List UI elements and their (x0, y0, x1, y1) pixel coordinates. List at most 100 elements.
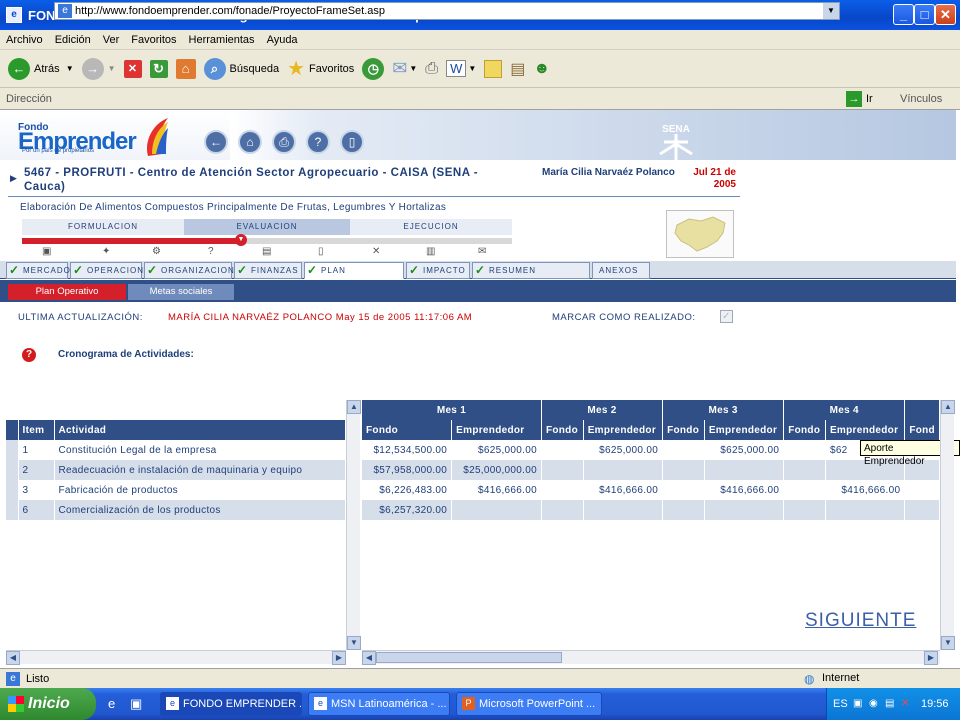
cell-fondo[interactable] (662, 500, 705, 520)
mail-button[interactable]: ✉ ▼ (392, 55, 417, 83)
cell-emprendedor[interactable]: $625,000.00 (583, 440, 664, 460)
cell-fondo[interactable] (541, 480, 584, 500)
table-row[interactable]: $57,958,000.00 $25,000,000.00 (362, 460, 940, 480)
cell-fondo[interactable] (541, 440, 584, 460)
scroll-left-icon[interactable]: ◀ (6, 651, 20, 665)
maximize-button[interactable]: □ (914, 4, 935, 25)
cell-fondo[interactable]: $57,958,000.00 (362, 460, 453, 480)
clock[interactable]: 19:56 (921, 698, 949, 710)
back-nav-button[interactable]: ← (204, 130, 228, 154)
close-button[interactable]: ✕ (935, 4, 956, 25)
phase-formulacion[interactable]: FORMULACION (22, 219, 184, 235)
desktop-icon[interactable]: ▣ (130, 696, 142, 712)
table-row[interactable]: $12,534,500.00 $625,000.00 $625,000.00 $6… (362, 440, 940, 460)
home-button[interactable]: ⌂ (175, 55, 196, 83)
start-button[interactable]: Inicio (0, 688, 96, 720)
cell-emprendedor[interactable] (583, 500, 664, 520)
subtab-metas-sociales[interactable]: Metas sociales (128, 284, 234, 300)
tab-operacion[interactable]: ✓ OPERACION (70, 262, 143, 279)
expand-icon[interactable]: ▶ (10, 173, 17, 184)
cell-emprendedor[interactable] (583, 460, 664, 480)
menu-ayuda[interactable]: Ayuda (267, 34, 298, 46)
subtab-plan-operativo[interactable]: Plan Operativo (8, 284, 126, 300)
print-nav-button[interactable]: ⎙ (272, 130, 296, 154)
minimize-button[interactable]: _ (893, 4, 914, 25)
table-row[interactable]: 3 Fabricación de productos (6, 480, 346, 500)
tab-resumen-ejecutivo[interactable]: ✓RESUMEN EJECUTIVO (472, 262, 590, 290)
menu-ver[interactable]: Ver (103, 34, 120, 46)
left-vertical-scrollbar[interactable]: ▲ ▼ (346, 400, 361, 650)
scroll-up-icon[interactable]: ▲ (347, 400, 361, 414)
cell-fondo[interactable] (662, 460, 705, 480)
forward-button[interactable]: → ▼ (81, 55, 116, 83)
chevron-down-icon[interactable]: ▼ (108, 64, 116, 73)
cell-fondo[interactable] (783, 480, 826, 500)
cell-emprendedor[interactable]: $416,666.00 (583, 480, 664, 500)
scroll-down-icon[interactable]: ▼ (347, 636, 361, 650)
cell-emprendedor[interactable]: $625,000.00 (451, 440, 542, 460)
links-label[interactable]: Vínculos (900, 93, 942, 105)
table-row[interactable]: 2 Readecuación e instalación de maquinari… (6, 460, 346, 480)
address-input[interactable]: e http://www.fondoemprender.com/fonade/P… (54, 2, 840, 20)
left-horizontal-scrollbar[interactable]: ◀ ▶ (6, 650, 346, 665)
help-icon[interactable]: ? (22, 348, 36, 362)
table-row[interactable]: 1 Constitución Legal de la empresa (6, 440, 346, 460)
siguiente-link[interactable]: SIGUIENTE (805, 610, 916, 632)
tab-organizacion[interactable]: ✓ ORGANIZACION (144, 262, 234, 279)
tab-mercado[interactable]: ✓ MERCADO (6, 262, 70, 279)
tab-finanzas[interactable]: ✓ FINANZAS (234, 262, 302, 279)
chevron-down-icon[interactable]: ▼ (66, 64, 74, 73)
cell-emprendedor[interactable]: $625,000.00 (704, 440, 785, 460)
search-button[interactable]: ⌕ Búsqueda (203, 55, 279, 83)
history-button[interactable]: ◷ (362, 55, 385, 83)
home-nav-button[interactable]: ⌂ (238, 130, 262, 154)
scroll-thumb[interactable] (376, 652, 562, 663)
chevron-down-icon[interactable]: ▼ (409, 64, 417, 73)
scroll-left-icon[interactable]: ◀ (362, 651, 376, 665)
cell-fondo[interactable] (541, 500, 584, 520)
scroll-up-icon[interactable]: ▲ (941, 400, 955, 414)
scroll-right-icon[interactable]: ▶ (332, 651, 346, 665)
chevron-down-icon[interactable]: ▼ (823, 3, 839, 19)
tab-impacto[interactable]: ✓ IMPACTO (406, 262, 470, 279)
back-button[interactable]: ← Atrás ▼ (8, 55, 74, 83)
menu-herramientas[interactable]: Herramientas (189, 34, 255, 46)
tray-icon[interactable]: ▣ (853, 698, 862, 709)
exit-nav-button[interactable]: ▯ (340, 130, 364, 154)
notes-button[interactable] (484, 55, 503, 83)
research-button[interactable]: ▤ (510, 55, 525, 83)
chevron-down-icon[interactable]: ▼ (468, 64, 476, 73)
cell-fondo[interactable] (783, 500, 826, 520)
table-row[interactable]: 6 Comercialización de los productos (6, 500, 346, 520)
phase-evaluacion[interactable]: EVALUACION (184, 219, 350, 235)
cell-fondo[interactable] (662, 440, 705, 460)
cell-emprendedor[interactable] (704, 460, 785, 480)
table-row[interactable]: $6,226,483.00 $416,666.00 $416,666.00 $41… (362, 480, 940, 500)
phase-ejecucion[interactable]: EJECUCION (350, 219, 512, 235)
cell-fondo[interactable]: $12,534,500.00 (362, 440, 453, 460)
cell-fondo[interactable] (541, 460, 584, 480)
mark-done-checkbox[interactable]: ✓ (720, 310, 733, 323)
cell-emprendedor[interactable]: $416,666.00 (451, 480, 542, 500)
refresh-button[interactable]: ↻ (149, 55, 168, 83)
tab-plan-operativo[interactable]: ✓PLAN OPERATIVO (304, 262, 404, 290)
cell-fondo[interactable]: $6,226,483.00 (362, 480, 453, 500)
help-nav-button[interactable]: ? (306, 130, 330, 154)
right-vertical-scrollbar[interactable]: ▲ ▼ (940, 400, 955, 650)
task-msn[interactable]: e MSN Latinoamérica - ... (308, 692, 450, 716)
scroll-down-icon[interactable]: ▼ (941, 636, 955, 650)
menu-edicion[interactable]: Edición (55, 34, 91, 46)
menu-archivo[interactable]: Archivo (6, 34, 43, 46)
scroll-right-icon[interactable]: ▶ (924, 651, 938, 665)
print-button[interactable]: ⎙ (425, 55, 438, 83)
task-powerpoint[interactable]: P Microsoft PowerPoint ... (456, 692, 602, 716)
tray-icon[interactable]: ✕ (901, 698, 909, 709)
cell-emprendedor[interactable]: $416,666.00 (825, 480, 906, 500)
tray-icon[interactable]: ◉ (869, 698, 878, 709)
ie-quicklaunch-icon[interactable]: e (108, 696, 115, 711)
stop-button[interactable]: ✕ (123, 55, 142, 83)
cell-emprendedor[interactable]: $25,000,000.00 (451, 460, 542, 480)
tray-icon[interactable]: ▤ (885, 698, 894, 709)
go-button[interactable]: → Ir (846, 91, 873, 107)
edit-button[interactable]: W ▼ (446, 55, 476, 83)
